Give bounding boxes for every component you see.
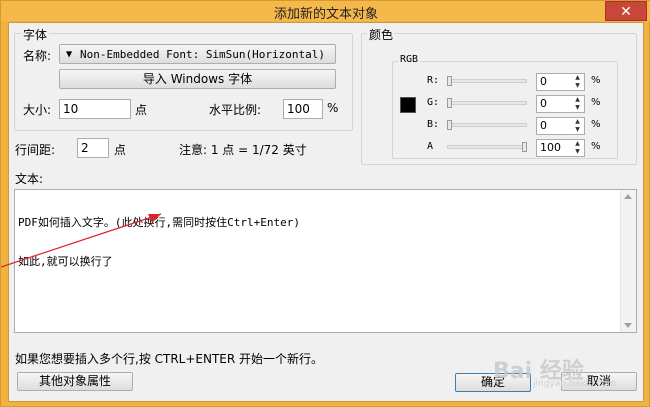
- annotation-arrow: [1, 213, 162, 268]
- arrow-line: [1, 213, 162, 268]
- arrow-head: [148, 214, 161, 223]
- baidu-watermark-url: jingyan.baidu.com: [533, 379, 617, 389]
- dialog-window: 添加新的文本对象 ✕ 字体 名称: ▼ Non-Embedded Font: S…: [0, 0, 650, 407]
